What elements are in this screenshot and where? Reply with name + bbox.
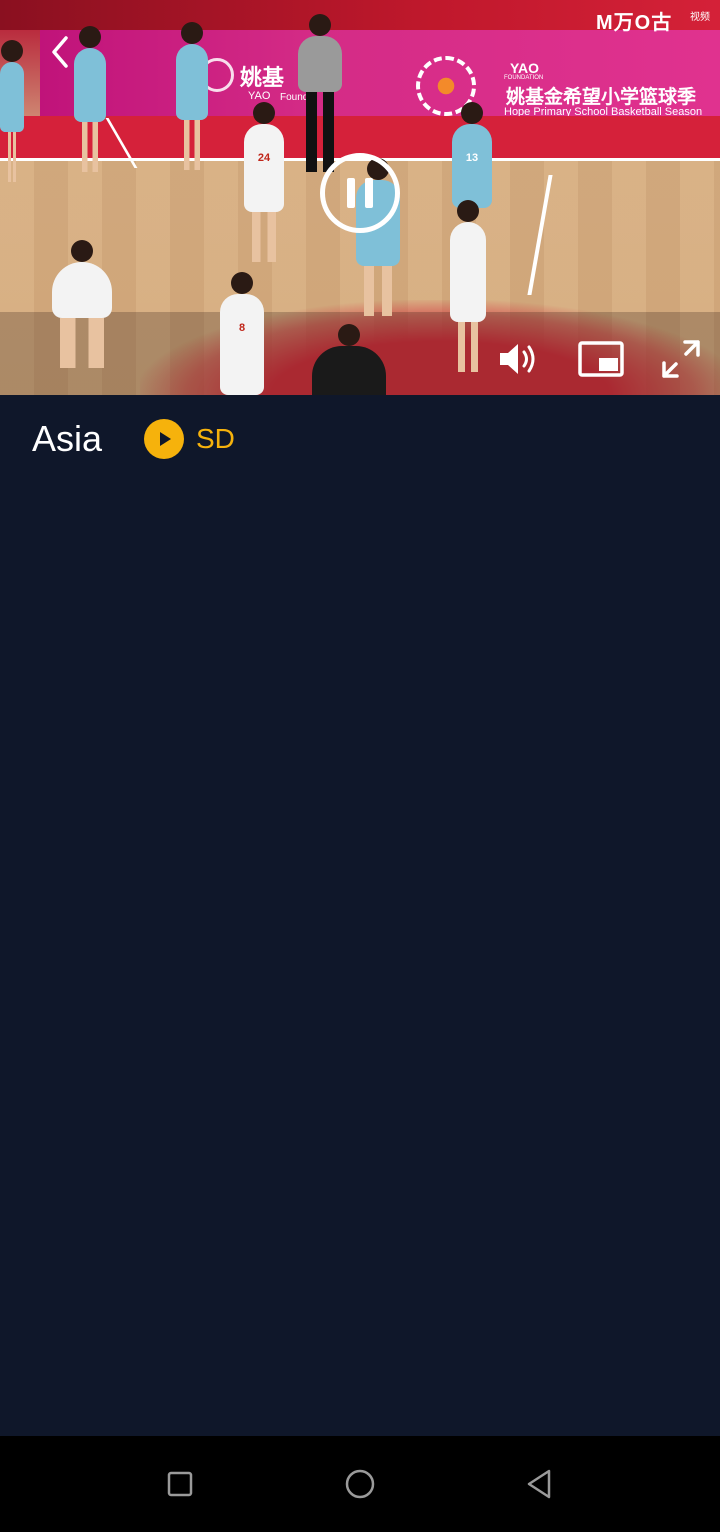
video-player[interactable]: 姚基 YAO Found YAO FOUNDATION 姚基金希望小学篮球季 H… [0,0,720,395]
channel-info: Asia SD [0,395,720,485]
player: 24 [244,102,284,262]
picture-in-picture-icon [578,341,624,377]
video-watermark-small: 视频 [690,12,710,23]
player [176,22,208,170]
jersey-number: 24 [257,152,271,164]
video-watermark: M万O古 [596,12,673,34]
player [52,240,112,368]
player: 13 [452,102,492,208]
nav-back-button[interactable] [510,1458,570,1510]
system-navigation-bar [0,1436,720,1532]
channel-title: Asia [32,418,103,459]
pause-button[interactable] [320,153,400,233]
banner-cn-title: 姚基金希望小学篮球季 [506,87,697,108]
fullscreen-icon [662,340,700,378]
nav-recent-button[interactable] [150,1458,210,1510]
picture-in-picture-button[interactable] [574,334,628,384]
banner-foundation-word: FOUNDATION [504,75,544,81]
player [450,200,486,372]
quality-selector[interactable]: SD [144,419,235,459]
fullscreen-button[interactable] [654,334,708,384]
play-circle-icon [144,419,184,459]
circle-icon [345,1469,375,1499]
back-button[interactable] [40,30,80,74]
jersey-number: 13 [465,152,479,164]
player [0,40,24,182]
chevron-left-icon [52,36,68,68]
banner-yao: YAO [248,90,271,102]
sponsor-banner: 姚基 YAO Found YAO FOUNDATION 姚基金希望小学篮球季 H… [40,30,720,118]
volume-button[interactable] [492,334,546,384]
quality-label: SD [196,423,235,454]
banner-yao-foundation: YAO [510,60,540,76]
referee [298,14,342,172]
player: 8 [220,272,264,395]
nav-home-button[interactable] [330,1458,390,1510]
referee [312,324,386,395]
triangle-back-icon [527,1469,551,1499]
banner-cn-short: 姚基 [240,65,285,90]
volume-icon [500,344,535,374]
banner-foundation-short: Found [280,92,309,103]
pause-icon-bar [365,178,373,208]
square-icon [167,1471,193,1497]
pause-icon [347,178,355,208]
jersey-number: 8 [238,322,246,334]
